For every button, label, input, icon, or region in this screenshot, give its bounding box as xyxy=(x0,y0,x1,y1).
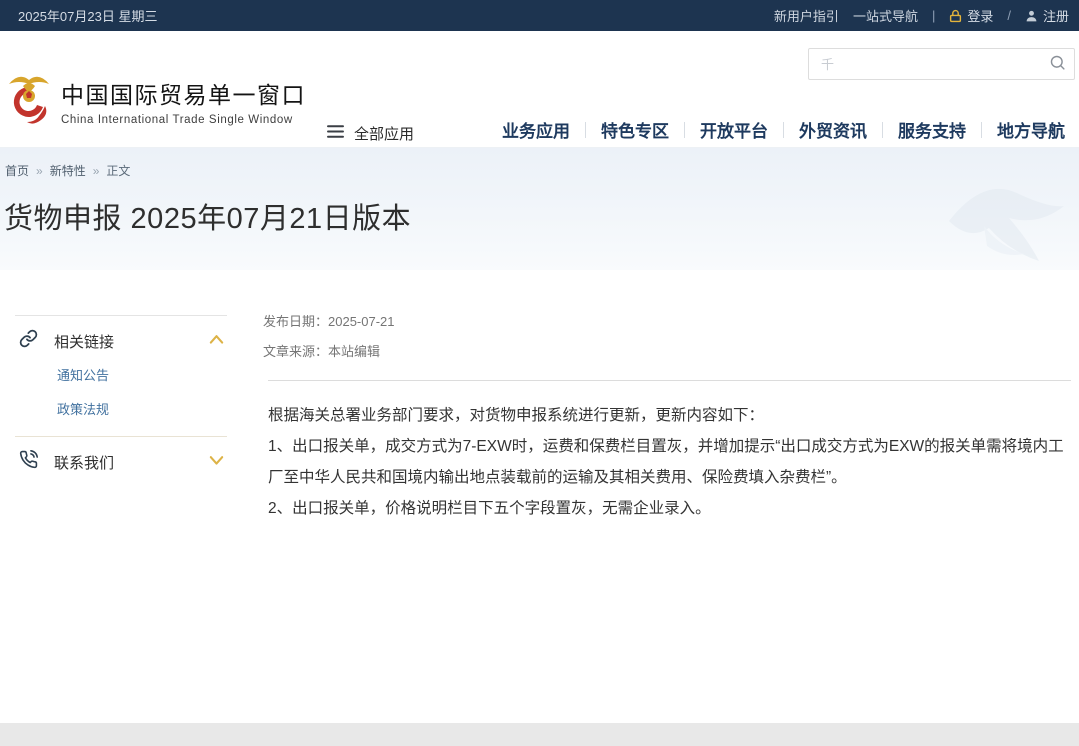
search-input[interactable] xyxy=(809,49,1040,79)
search-icon xyxy=(1049,54,1066,74)
nav-divider xyxy=(783,122,784,138)
nav-divider xyxy=(981,122,982,138)
nav-divider xyxy=(585,122,586,138)
nav-divider xyxy=(684,122,685,138)
title-band: 首页 » 新特性 » 正文 货物申报 2025年07月21日版本 xyxy=(0,148,1079,270)
paragraph: 2、出口报关单，价格说明栏目下五个字段置灰，无需企业录入。 xyxy=(268,493,1071,524)
site-header: 中国国际贸易单一窗口 China International Trade Sin… xyxy=(0,31,1079,148)
register-button[interactable]: 注册 xyxy=(1025,6,1069,25)
footer-strip xyxy=(0,723,1079,746)
chevron-down-icon xyxy=(208,453,225,471)
content-area: 相关链接 通知公告 政策法规 联系我们 发布日期：2025-07-21 文章来源… xyxy=(0,270,1079,723)
main-nav: 业务应用 特色专区 开放平台 外贸资讯 服务支持 地方导航 xyxy=(502,117,1065,142)
source-row: 文章来源：本站编辑 xyxy=(263,341,1071,360)
all-apps-label: 全部应用 xyxy=(354,123,414,144)
article: 发布日期：2025-07-21 文章来源：本站编辑 根据海关总署业务部门要求，对… xyxy=(263,270,1071,524)
link-icon xyxy=(19,329,38,353)
chevron-up-icon xyxy=(208,332,225,350)
sidebar: 相关链接 通知公告 政策法规 联系我们 xyxy=(15,315,227,484)
article-meta: 发布日期：2025-07-21 文章来源：本站编辑 xyxy=(263,270,1071,360)
logo-icon xyxy=(5,70,53,132)
nav-item-special-zones[interactable]: 特色专区 xyxy=(601,117,669,142)
lock-icon xyxy=(949,9,962,23)
nav-item-local-nav[interactable]: 地方导航 xyxy=(997,117,1065,142)
register-label: 注册 xyxy=(1043,6,1069,25)
login-label: 登录 xyxy=(967,6,993,25)
logo-text: 中国国际贸易单一窗口 China International Trade Sin… xyxy=(61,76,306,126)
publish-date-row: 发布日期：2025-07-21 xyxy=(263,311,1071,330)
contact-us-label: 联系我们 xyxy=(54,452,208,473)
login-button[interactable]: 登录 xyxy=(949,6,993,25)
sidebar-link-notices[interactable]: 通知公告 xyxy=(57,365,227,384)
publish-date-label: 发布日期： xyxy=(263,314,328,329)
related-links-list: 通知公告 政策法规 xyxy=(15,363,227,436)
nav-item-trade-news[interactable]: 外贸资讯 xyxy=(799,117,867,142)
contact-us-header[interactable]: 联系我们 xyxy=(15,437,227,484)
related-links-label: 相关链接 xyxy=(54,331,208,352)
phone-icon xyxy=(19,450,38,474)
nav-item-service-support[interactable]: 服务支持 xyxy=(898,117,966,142)
topbar: 2025年07月23日 星期三 新用户指引 一站式导航 | 登录 / 注册 xyxy=(0,0,1079,31)
paragraph: 1、出口报关单，成交方式为7-EXW时，运费和保费栏目置灰，并增加提示“出口成交… xyxy=(268,431,1071,493)
all-apps-button[interactable]: 全部应用 xyxy=(320,119,420,148)
breadcrumb-new-features[interactable]: 新特性 xyxy=(50,162,86,179)
topbar-links: 新用户指引 一站式导航 | 登录 / 注册 xyxy=(774,6,1069,25)
publish-date-value: 2025-07-21 xyxy=(328,314,395,329)
logo-title: 中国国际贸易单一窗口 xyxy=(61,76,306,110)
sidebar-link-policies[interactable]: 政策法规 xyxy=(57,399,227,418)
breadcrumb-separator: » xyxy=(36,164,43,178)
paragraph: 根据海关总署业务部门要求，对货物申报系统进行更新，更新内容如下： xyxy=(268,400,1071,431)
logo[interactable]: 中国国际贸易单一窗口 China International Trade Sin… xyxy=(5,70,306,132)
search-button[interactable] xyxy=(1040,49,1074,79)
sidebar-section-contact-us: 联系我们 xyxy=(15,436,227,484)
nav-item-business-apps[interactable]: 业务应用 xyxy=(502,117,570,142)
nav-item-open-platform[interactable]: 开放平台 xyxy=(700,117,768,142)
menu-icon xyxy=(326,124,345,143)
user-icon xyxy=(1025,9,1038,23)
article-body: 根据海关总署业务部门要求，对货物申报系统进行更新，更新内容如下： 1、出口报关单… xyxy=(263,400,1071,524)
topbar-separator: | xyxy=(932,8,935,23)
logo-subtitle: China International Trade Single Window xyxy=(61,114,306,126)
breadcrumb-separator: » xyxy=(93,164,100,178)
breadcrumb-home[interactable]: 首页 xyxy=(5,162,29,179)
sidebar-section-related-links: 相关链接 通知公告 政策法规 xyxy=(15,315,227,436)
watermark-bird-icon xyxy=(889,166,1069,270)
search-box xyxy=(808,48,1075,80)
new-user-guide-link[interactable]: 新用户指引 xyxy=(774,6,839,25)
source-label: 文章来源： xyxy=(263,344,328,359)
nav-divider xyxy=(882,122,883,138)
article-divider xyxy=(268,380,1071,381)
breadcrumb-current: 正文 xyxy=(106,162,130,179)
source-value: 本站编辑 xyxy=(328,344,380,359)
auth-slash: / xyxy=(1007,8,1011,23)
current-date: 2025年07月23日 星期三 xyxy=(18,6,157,25)
related-links-header[interactable]: 相关链接 xyxy=(15,316,227,363)
one-stop-nav-link[interactable]: 一站式导航 xyxy=(853,6,918,25)
